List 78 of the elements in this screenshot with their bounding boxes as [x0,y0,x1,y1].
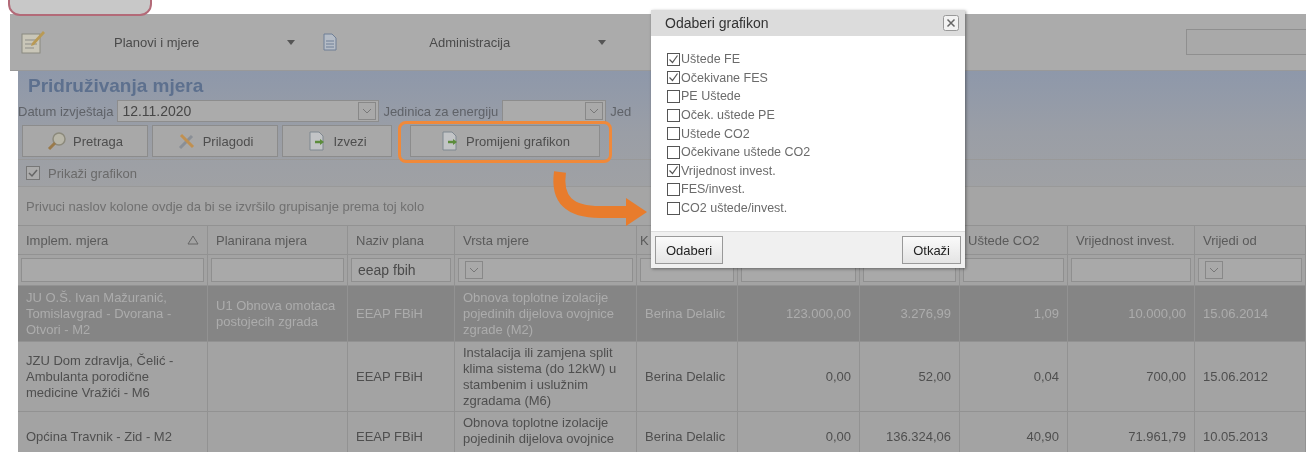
caret-icon[interactable] [598,39,607,45]
export-icon [439,131,460,151]
filter-field[interactable] [458,258,633,282]
table-cell: 15.06.2012 [1203,369,1269,385]
table-cell: 136.324,06 [885,429,951,445]
filter-field[interactable] [963,258,1064,282]
table-cell: EEAP FBiH [356,369,423,385]
dialog-button[interactable]: Odaberi [655,236,724,264]
table-cell: Općina Travnik - Zid - M2 [26,429,172,445]
checkbox-label[interactable]: Uštede CO2 [681,126,750,141]
table-cell: 0,04 [1033,369,1059,385]
toolbar-button[interactable]: Izvezi [282,125,392,157]
checkbox-label[interactable]: Vrijednost invest. [681,163,776,178]
filter-field[interactable] [1198,258,1302,282]
column-header[interactable]: Naziv plana [348,226,455,254]
document-icon [323,33,338,51]
checkbox[interactable] [667,90,680,103]
sort-icon[interactable] [187,235,199,245]
field-label: Jedinica za energiju [383,103,499,119]
checkbox-label[interactable]: CO2 uštede/invest. [681,201,788,216]
chevron-icon[interactable] [1205,261,1223,279]
table-cell: 71.961,79 [1128,429,1186,445]
chevron-icon[interactable] [585,102,604,120]
toolbar-button[interactable]: Promijeni grafikon [410,125,600,157]
checkbox[interactable] [26,166,40,180]
checkbox[interactable] [667,52,680,66]
date-field[interactable]: 12.11.2020 [117,100,380,122]
table-cell-text: Instalacija ili zamjena split klima sistema (do 12kW) u stambenim i uslužnim zgradama (M6) [463,345,618,409]
checkbox[interactable] [667,164,680,178]
chevron-icon[interactable] [465,261,483,279]
toolbar-button[interactable]: Pretraga [22,125,148,157]
dialog-title: Odaberi grafikon [665,15,769,31]
tools-icon [176,131,197,151]
checkbox[interactable] [667,127,680,141]
filter-field[interactable]: eeap fbih [351,258,451,282]
checkbox[interactable] [667,182,680,196]
table-cell-text: Obnova toplotne izolacije pojedinih dijelova ovojnice [463,415,616,447]
filter-field[interactable] [21,258,204,282]
checkbox[interactable] [667,201,680,215]
column-header[interactable]: Implem. mjera [18,226,208,254]
field-label: Jed [610,103,632,119]
filter-field[interactable] [211,258,344,282]
close-icon[interactable] [943,15,959,31]
toolbar-button[interactable]: Prilagodi [152,125,278,157]
menu-label[interactable]: Planovi i mjere [114,34,200,50]
checkbox-label[interactable]: Očekivane FES [681,70,768,85]
checkbox-label[interactable]: Oček. uštede PE [681,108,775,123]
column-header[interactable]: Vrijednost invest. [1068,226,1195,254]
table-cell-text: JZU Dom zdravlja, Čelić - Ambulanta porodične medicine Vražići - M6 [26,353,175,401]
table-cell: EEAP FBiH [356,429,423,445]
checkbox[interactable] [667,71,680,85]
magnifier-icon [47,131,68,151]
table-cell: 700,00 [1146,369,1186,385]
table-cell: 52,00 [918,369,951,385]
column-header[interactable]: Vrsta mjere [455,226,637,254]
checkbox-label[interactable]: PE Uštede [681,89,741,104]
field-label: Datum izvještaja [18,103,114,119]
filter-field[interactable] [1071,258,1191,282]
table-cell: 10.05.2013 [1203,429,1269,445]
checkbox[interactable] [667,145,680,159]
table-cell: 0,00 [825,369,851,385]
table-cell: Berina Delalic [645,369,726,385]
checkbox-label[interactable]: Uštede FE [681,52,741,67]
column-header[interactable]: Vrijedi od [1195,226,1306,254]
table-cell: 0,00 [825,429,851,445]
search-field[interactable] [1186,29,1306,55]
column-header[interactable]: Planirana mjera [208,226,348,254]
table-cell: 40,90 [1026,429,1059,445]
table-cell: Berina Delalic [645,429,726,445]
chevron-icon[interactable] [358,102,377,120]
checkbox-label[interactable]: Prikaži grafikon [48,165,137,181]
dialog-button[interactable]: Otkaži [902,236,961,264]
menu-label[interactable]: Administracija [429,34,511,50]
notepad-pencil-icon [20,29,46,55]
checkbox-label[interactable]: Očekivane uštede CO2 [681,145,811,160]
caret-icon[interactable] [287,39,296,45]
checkbox[interactable] [667,108,680,122]
checkbox-label[interactable]: FES/invest. [681,182,745,197]
